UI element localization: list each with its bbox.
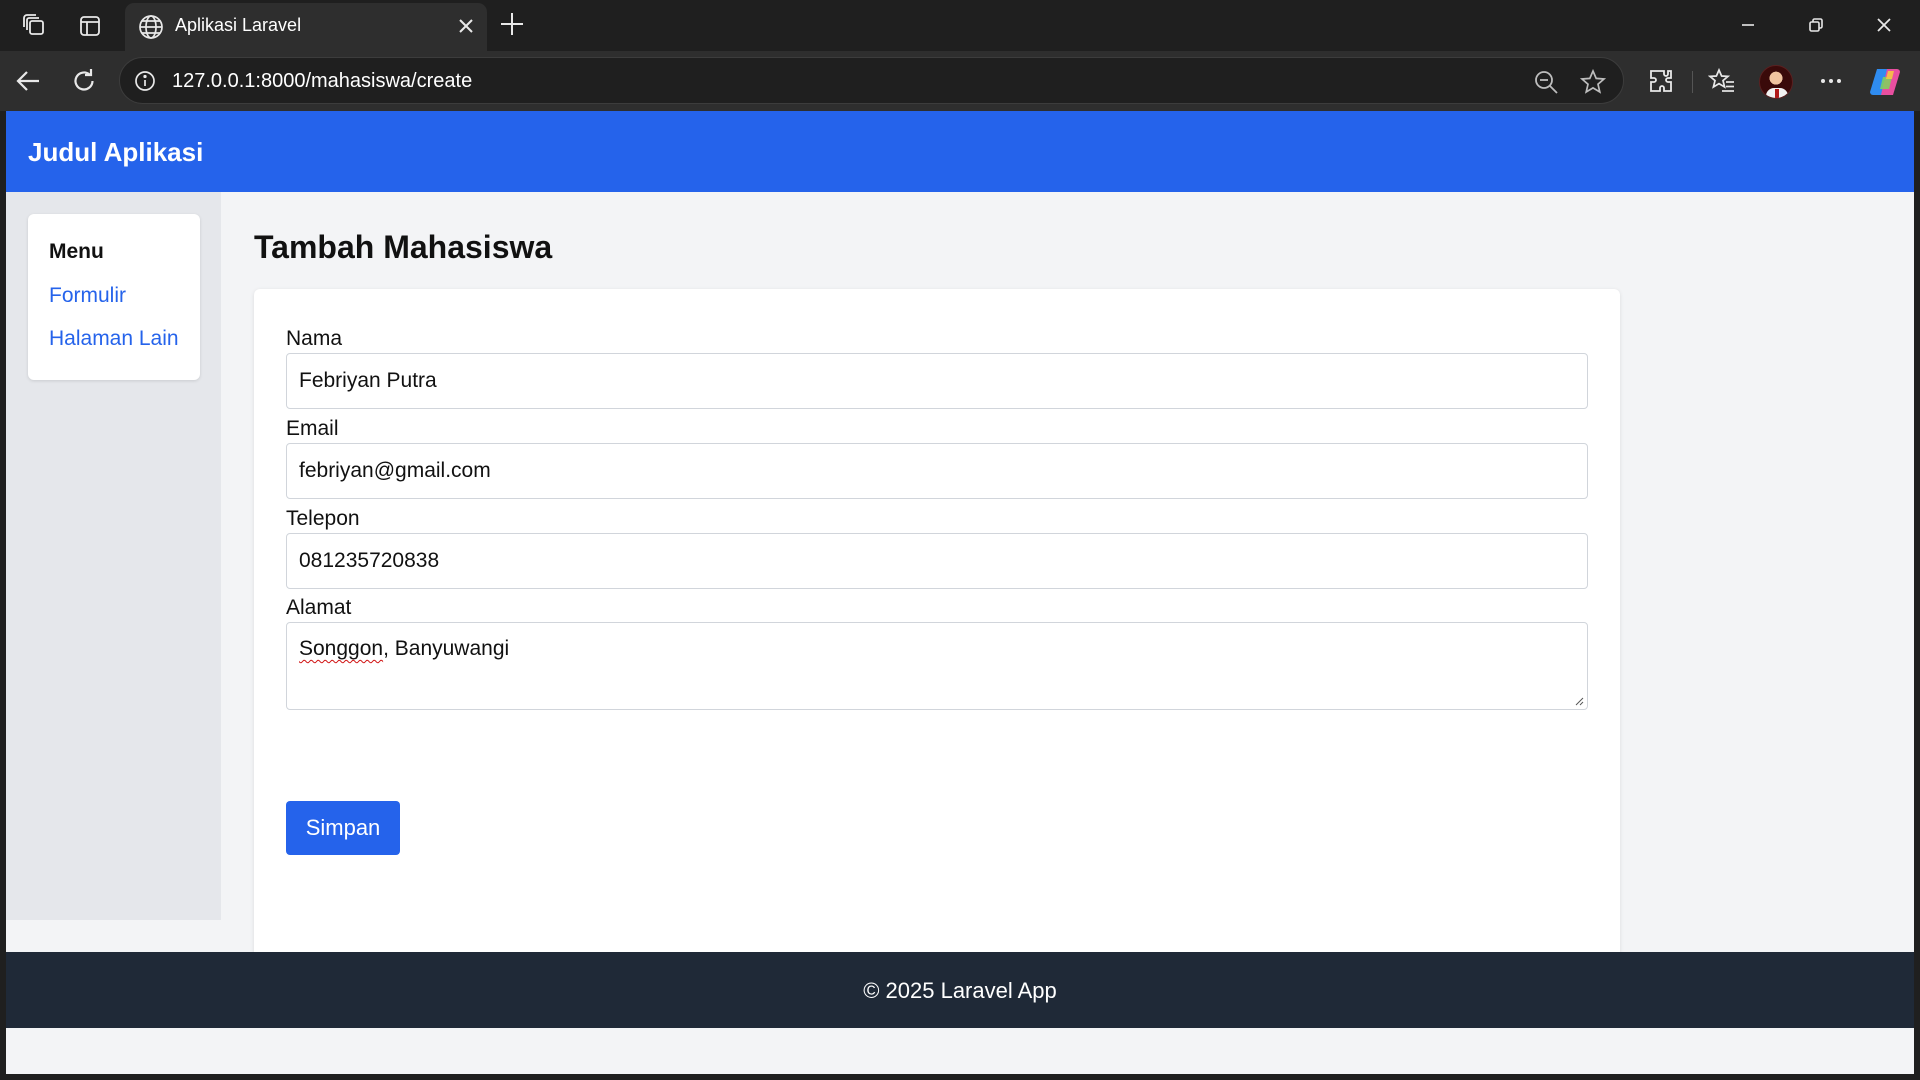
more-icon[interactable] [1814, 64, 1848, 98]
zoom-out-icon[interactable] [1533, 69, 1559, 95]
workspaces-icon[interactable] [20, 11, 50, 41]
browser-tab-bar: Aplikasi Laravel [0, 0, 1920, 51]
alamat-textarea[interactable]: Songgon, Banyuwangi [286, 622, 1588, 710]
page-viewport: Judul Aplikasi Menu Formulir Halaman Lai… [6, 111, 1914, 1074]
url-text[interactable]: 127.0.0.1:8000/mahasiswa/create [172, 70, 472, 93]
extensions-icon[interactable] [1644, 64, 1678, 98]
refresh-icon[interactable] [67, 64, 101, 98]
globe-icon [139, 15, 163, 39]
avatar-tie [1775, 89, 1779, 98]
footer-copyright: © 2025 Laravel App [863, 978, 1057, 1003]
sidebar: Menu Formulir Halaman Lain [6, 192, 221, 920]
simpan-button[interactable]: Simpan [286, 801, 400, 855]
sidebar-item-formulir[interactable]: Formulir [49, 284, 126, 308]
alamat-value-rest: , Banyuwangi [383, 637, 510, 660]
telepon-label: Telepon [286, 507, 360, 530]
app-footer: © 2025 Laravel App [6, 952, 1914, 1028]
email-label: Email [286, 417, 339, 440]
active-tab[interactable]: Aplikasi Laravel [125, 3, 487, 51]
close-tab-icon[interactable] [455, 15, 477, 37]
sidebar-item-halaman-lain[interactable]: Halaman Lain [49, 327, 179, 351]
copilot-icon[interactable] [1868, 65, 1902, 99]
back-icon[interactable] [12, 64, 46, 98]
app-title: Judul Aplikasi [28, 137, 204, 167]
minimize-icon[interactable] [1726, 9, 1770, 41]
resize-grip-icon[interactable] [1574, 696, 1584, 706]
alamat-label: Alamat [286, 596, 352, 619]
tab-actions-icon[interactable] [75, 11, 105, 41]
favorites-icon[interactable] [1705, 64, 1739, 98]
telepon-input[interactable] [286, 533, 1588, 589]
browser-toolbar: 127.0.0.1:8000/mahasiswa/create [0, 51, 1920, 111]
page-title: Tambah Mahasiswa [254, 229, 553, 265]
address-bar[interactable]: 127.0.0.1:8000/mahasiswa/create [119, 57, 1624, 104]
toolbar-divider [1692, 71, 1693, 93]
site-info-icon[interactable] [134, 70, 156, 92]
alamat-value-misspelled: Songgon [299, 637, 384, 660]
mahasiswa-form: Nama Email Telepon Alamat Songgon, Banyu… [254, 289, 1620, 999]
profile-avatar[interactable] [1759, 65, 1793, 99]
app-header: Judul Aplikasi [6, 111, 1914, 192]
favorite-star-icon[interactable] [1579, 68, 1607, 96]
restore-icon[interactable] [1794, 9, 1838, 41]
menu-card: Menu Formulir Halaman Lain [28, 214, 200, 380]
new-tab-icon[interactable] [497, 9, 527, 39]
nama-input[interactable] [286, 353, 1588, 409]
close-window-icon[interactable] [1862, 9, 1906, 41]
nama-label: Nama [286, 327, 343, 350]
tab-title: Aplikasi Laravel [175, 15, 302, 35]
menu-heading: Menu [49, 240, 104, 263]
email-input[interactable] [286, 443, 1588, 499]
